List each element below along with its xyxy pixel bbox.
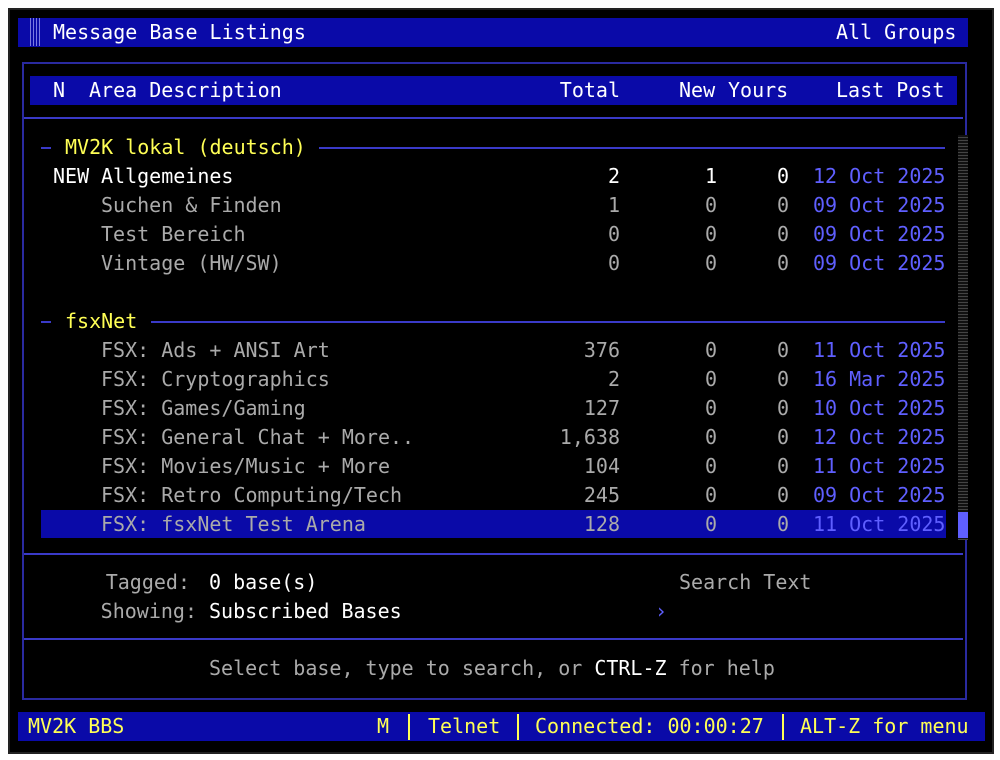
total-count: 0 [607, 251, 620, 275]
new-flag: NEW [53, 164, 90, 188]
col-yours[interactable]: Yours [728, 76, 788, 104]
total-count: 127 [583, 396, 620, 420]
new-count: 0 [704, 483, 717, 507]
yours-count: 0 [776, 338, 789, 362]
last-post-date: 16 Mar 2025 [813, 367, 946, 391]
status-sep [408, 714, 410, 740]
total-count: 104 [583, 454, 620, 478]
col-desc[interactable]: Area Description [89, 76, 282, 104]
bbs-screen: Message Base Listings All Groups N Area … [0, 0, 1000, 760]
page-title: Message Base Listings [53, 20, 306, 44]
yours-count: 0 [776, 164, 789, 188]
yours-count: 0 [776, 483, 789, 507]
total-count: 2 [607, 164, 620, 188]
total-count: 128 [583, 512, 620, 536]
last-post-date: 11 Oct 2025 [813, 454, 946, 478]
help-pre: Select base, type to search, or [209, 656, 595, 680]
area-name: FSX: fsxNet Test Arena [101, 512, 366, 536]
area-name: FSX: Cryptographics [101, 367, 330, 391]
new-count: 0 [704, 193, 717, 217]
area-name: FSX: Games/Gaming [101, 396, 306, 420]
new-count: 0 [704, 396, 717, 420]
total-count: 1,638 [559, 425, 620, 449]
yours-count: 0 [776, 222, 789, 246]
area-name: FSX: General Chat + More.. [101, 425, 415, 449]
showing-label: Showing: [100, 599, 197, 623]
total-count: 1 [607, 193, 620, 217]
col-n[interactable]: N [53, 76, 65, 104]
yours-count: 0 [776, 425, 789, 449]
status-connected: Connected: 00:00:27 [535, 714, 764, 738]
yours-count: 0 [776, 367, 789, 391]
last-post-date: 09 Oct 2025 [813, 222, 946, 246]
title-shade-icon [30, 18, 42, 46]
group-rule [319, 147, 945, 149]
divider [24, 638, 963, 640]
divider [24, 553, 963, 555]
total-count: 2 [607, 367, 620, 391]
group-header: fsxNet [65, 309, 138, 333]
last-post-date: 09 Oct 2025 [813, 193, 946, 217]
col-total[interactable]: Total [520, 76, 620, 104]
total-count: 245 [583, 483, 620, 507]
area-name: FSX: Ads + ANSI Art [101, 338, 330, 362]
status-sep [782, 714, 784, 740]
last-post-date: 12 Oct 2025 [813, 425, 946, 449]
col-last-post[interactable]: Last Post [836, 76, 944, 104]
new-count: 0 [704, 338, 717, 362]
yours-count: 0 [776, 193, 789, 217]
group-dash [41, 321, 51, 323]
help-text: Select base, type to search, or CTRL-Z f… [209, 654, 775, 682]
yours-count: 0 [776, 454, 789, 478]
tagged-label: Tagged: [105, 570, 190, 594]
yours-count: 0 [776, 512, 789, 536]
yours-count: 0 [776, 251, 789, 275]
last-post-date: 11 Oct 2025 [813, 338, 946, 362]
area-name: FSX: Retro Computing/Tech [101, 483, 403, 507]
last-post-date: 09 Oct 2025 [813, 251, 946, 275]
scrollbar[interactable] [958, 135, 968, 540]
search-input[interactable]: › [655, 597, 667, 625]
last-post-date: 12 Oct 2025 [813, 164, 946, 188]
divider [24, 117, 963, 119]
help-key: CTRL-Z [594, 656, 667, 680]
new-count: 0 [704, 367, 717, 391]
new-count: 0 [704, 512, 717, 536]
new-count: 0 [704, 222, 717, 246]
new-count: 1 [704, 164, 717, 188]
scrollbar-thumb[interactable] [958, 512, 968, 538]
group-rule [151, 321, 945, 323]
status-protocol: Telnet [428, 714, 501, 738]
col-new[interactable]: New [679, 76, 715, 104]
status-menu[interactable]: ALT-Z for menu [800, 712, 969, 740]
new-count: 0 [704, 454, 717, 478]
new-count: 0 [704, 251, 717, 275]
last-post-date: 10 Oct 2025 [813, 396, 946, 420]
total-count: 0 [607, 222, 620, 246]
status-sep [517, 714, 519, 740]
group-header: MV2K lokal (deutsch) [65, 135, 306, 159]
area-name: Vintage (HW/SW) [101, 251, 282, 275]
tagged-value: 0 base(s) [209, 570, 318, 594]
status-bbs: MV2K BBS [28, 714, 125, 738]
new-count: 0 [704, 425, 717, 449]
showing-value[interactable]: Subscribed Bases [209, 597, 402, 625]
last-post-date: 09 Oct 2025 [813, 483, 946, 507]
status-mode: M [377, 714, 390, 738]
search-label: Search Text [679, 570, 812, 594]
group-dash [41, 147, 51, 149]
yours-count: 0 [776, 396, 789, 420]
help-post: for help [666, 656, 775, 680]
group-scope[interactable]: All Groups [836, 18, 956, 46]
last-post-date: 11 Oct 2025 [813, 512, 946, 536]
total-count: 376 [583, 338, 620, 362]
area-name: FSX: Movies/Music + More [101, 454, 390, 478]
area-name: Test Bereich [101, 222, 246, 246]
area-name: Suchen & Finden [101, 193, 282, 217]
area-name: Allgemeines [101, 164, 234, 188]
